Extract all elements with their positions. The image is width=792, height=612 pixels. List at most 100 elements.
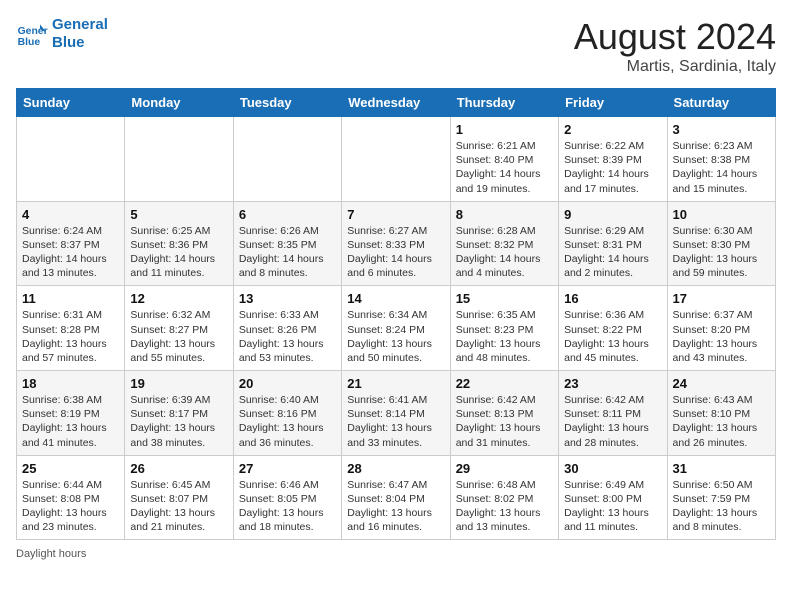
day-number: 11 xyxy=(22,291,119,306)
day-number: 3 xyxy=(673,122,770,137)
day-info: Sunrise: 6:31 AM Sunset: 8:28 PM Dayligh… xyxy=(22,308,119,365)
svg-text:Blue: Blue xyxy=(18,37,41,48)
calendar-week-5: 25 Sunrise: 6:44 AM Sunset: 8:08 PM Dayli… xyxy=(17,455,776,540)
calendar-cell: 19Sunrise: 6:39 AM Sunset: 8:17 PM Dayli… xyxy=(125,371,233,456)
calendar-cell: 9Sunrise: 6:29 AM Sunset: 8:31 PM Daylig… xyxy=(559,201,667,286)
calendar-col-friday: Friday xyxy=(559,89,667,117)
day-info: Sunrise: 6:29 AM Sunset: 8:31 PM Dayligh… xyxy=(564,224,661,281)
calendar-cell: 17 Sunrise: 6:37 AM Sunset: 8:20 PM Dayli… xyxy=(667,286,775,371)
calendar-cell: 2Sunrise: 6:22 AM Sunset: 8:39 PM Daylig… xyxy=(559,117,667,202)
calendar-col-thursday: Thursday xyxy=(450,89,558,117)
calendar-cell: 6 Sunrise: 6:26 AM Sunset: 8:35 PM Daylig… xyxy=(233,201,341,286)
day-number: 29 xyxy=(456,461,553,476)
calendar-cell: 8 Sunrise: 6:28 AM Sunset: 8:32 PM Daylig… xyxy=(450,201,558,286)
calendar-table: SundayMondayTuesdayWednesdayThursdayFrid… xyxy=(16,88,776,540)
logo-icon: General Blue xyxy=(16,18,48,50)
day-info: Sunrise: 6:21 AM Sunset: 8:40 PM Dayligh… xyxy=(456,139,553,196)
day-number: 26 xyxy=(130,461,227,476)
day-info: Sunrise: 6:47 AM Sunset: 8:04 PM Dayligh… xyxy=(347,478,444,535)
calendar-cell: 31 Sunrise: 6:50 AM Sunset: 7:59 PM Dayli… xyxy=(667,455,775,540)
calendar-cell: 1Sunrise: 6:21 AM Sunset: 8:40 PM Daylig… xyxy=(450,117,558,202)
day-number: 14 xyxy=(347,291,444,306)
calendar-header-row: SundayMondayTuesdayWednesdayThursdayFrid… xyxy=(17,89,776,117)
day-info: Sunrise: 6:27 AM Sunset: 8:33 PM Dayligh… xyxy=(347,224,444,281)
calendar-cell: 16Sunrise: 6:36 AM Sunset: 8:22 PM Dayli… xyxy=(559,286,667,371)
day-info: Sunrise: 6:35 AM Sunset: 8:23 PM Dayligh… xyxy=(456,308,553,365)
day-number: 5 xyxy=(130,207,227,222)
calendar-cell: 30 Sunrise: 6:49 AM Sunset: 8:00 PM Dayli… xyxy=(559,455,667,540)
day-info: Sunrise: 6:25 AM Sunset: 8:36 PM Dayligh… xyxy=(130,224,227,281)
day-number: 10 xyxy=(673,207,770,222)
day-info: Sunrise: 6:50 AM Sunset: 7:59 PM Dayligh… xyxy=(673,478,770,535)
day-info: Sunrise: 6:26 AM Sunset: 8:35 PM Dayligh… xyxy=(239,224,336,281)
day-number: 15 xyxy=(456,291,553,306)
day-info: Sunrise: 6:22 AM Sunset: 8:39 PM Dayligh… xyxy=(564,139,661,196)
day-number: 13 xyxy=(239,291,336,306)
calendar-week-4: 18Sunrise: 6:38 AM Sunset: 8:19 PM Dayli… xyxy=(17,371,776,456)
day-info: Sunrise: 6:33 AM Sunset: 8:26 PM Dayligh… xyxy=(239,308,336,365)
month-title: August 2024 xyxy=(574,16,776,58)
logo: General Blue General Blue xyxy=(16,16,108,52)
day-number: 17 xyxy=(673,291,770,306)
day-number: 24 xyxy=(673,376,770,391)
day-info: Sunrise: 6:28 AM Sunset: 8:32 PM Dayligh… xyxy=(456,224,553,281)
day-number: 27 xyxy=(239,461,336,476)
day-info: Sunrise: 6:23 AM Sunset: 8:38 PM Dayligh… xyxy=(673,139,770,196)
calendar-cell: 20 Sunrise: 6:40 AM Sunset: 8:16 PM Dayli… xyxy=(233,371,341,456)
day-number: 25 xyxy=(22,461,119,476)
calendar-cell: 15 Sunrise: 6:35 AM Sunset: 8:23 PM Dayli… xyxy=(450,286,558,371)
day-number: 16 xyxy=(564,291,661,306)
calendar-cell: 12Sunrise: 6:32 AM Sunset: 8:27 PM Dayli… xyxy=(125,286,233,371)
calendar-cell: 29Sunrise: 6:48 AM Sunset: 8:02 PM Dayli… xyxy=(450,455,558,540)
day-info: Sunrise: 6:42 AM Sunset: 8:11 PM Dayligh… xyxy=(564,393,661,450)
day-number: 30 xyxy=(564,461,661,476)
title-block: August 2024 Martis, Sardinia, Italy xyxy=(574,16,776,76)
calendar-cell: 5 Sunrise: 6:25 AM Sunset: 8:36 PM Daylig… xyxy=(125,201,233,286)
day-info: Sunrise: 6:46 AM Sunset: 8:05 PM Dayligh… xyxy=(239,478,336,535)
day-number: 23 xyxy=(564,376,661,391)
day-info: Sunrise: 6:40 AM Sunset: 8:16 PM Dayligh… xyxy=(239,393,336,450)
calendar-cell: 28 Sunrise: 6:47 AM Sunset: 8:04 PM Dayli… xyxy=(342,455,450,540)
calendar-cell xyxy=(342,117,450,202)
calendar-col-saturday: Saturday xyxy=(667,89,775,117)
page-header: General Blue General Blue August 2024 Ma… xyxy=(16,16,776,76)
calendar-cell: 13 Sunrise: 6:33 AM Sunset: 8:26 PM Dayli… xyxy=(233,286,341,371)
day-info: Sunrise: 6:45 AM Sunset: 8:07 PM Dayligh… xyxy=(130,478,227,535)
calendar-cell: 21Sunrise: 6:41 AM Sunset: 8:14 PM Dayli… xyxy=(342,371,450,456)
calendar-cell xyxy=(17,117,125,202)
day-number: 20 xyxy=(239,376,336,391)
day-number: 19 xyxy=(130,376,227,391)
calendar-cell: 23 Sunrise: 6:42 AM Sunset: 8:11 PM Dayli… xyxy=(559,371,667,456)
location: Martis, Sardinia, Italy xyxy=(574,58,776,76)
calendar-cell xyxy=(125,117,233,202)
day-info: Sunrise: 6:24 AM Sunset: 8:37 PM Dayligh… xyxy=(22,224,119,281)
day-info: Sunrise: 6:44 AM Sunset: 8:08 PM Dayligh… xyxy=(22,478,119,535)
calendar-cell: 24Sunrise: 6:43 AM Sunset: 8:10 PM Dayli… xyxy=(667,371,775,456)
day-info: Sunrise: 6:32 AM Sunset: 8:27 PM Dayligh… xyxy=(130,308,227,365)
day-info: Sunrise: 6:37 AM Sunset: 8:20 PM Dayligh… xyxy=(673,308,770,365)
calendar-cell: 11 Sunrise: 6:31 AM Sunset: 8:28 PM Dayli… xyxy=(17,286,125,371)
calendar-week-2: 4Sunrise: 6:24 AM Sunset: 8:37 PM Daylig… xyxy=(17,201,776,286)
day-number: 31 xyxy=(673,461,770,476)
day-number: 28 xyxy=(347,461,444,476)
day-number: 21 xyxy=(347,376,444,391)
day-info: Sunrise: 6:30 AM Sunset: 8:30 PM Dayligh… xyxy=(673,224,770,281)
calendar-week-1: 1Sunrise: 6:21 AM Sunset: 8:40 PM Daylig… xyxy=(17,117,776,202)
footer: Daylight hours xyxy=(16,548,776,560)
svg-text:General: General xyxy=(18,26,48,37)
day-number: 7 xyxy=(347,207,444,222)
day-number: 18 xyxy=(22,376,119,391)
day-info: Sunrise: 6:34 AM Sunset: 8:24 PM Dayligh… xyxy=(347,308,444,365)
calendar-col-wednesday: Wednesday xyxy=(342,89,450,117)
calendar-cell: 14 Sunrise: 6:34 AM Sunset: 8:24 PM Dayli… xyxy=(342,286,450,371)
calendar-cell: 26 Sunrise: 6:45 AM Sunset: 8:07 PM Dayli… xyxy=(125,455,233,540)
day-number: 6 xyxy=(239,207,336,222)
day-number: 8 xyxy=(456,207,553,222)
calendar-cell: 22Sunrise: 6:42 AM Sunset: 8:13 PM Dayli… xyxy=(450,371,558,456)
logo-blue: Blue xyxy=(52,34,108,52)
calendar-cell: 7 Sunrise: 6:27 AM Sunset: 8:33 PM Daylig… xyxy=(342,201,450,286)
calendar-cell: 4Sunrise: 6:24 AM Sunset: 8:37 PM Daylig… xyxy=(17,201,125,286)
calendar-cell: 25 Sunrise: 6:44 AM Sunset: 8:08 PM Dayli… xyxy=(17,455,125,540)
calendar-cell xyxy=(233,117,341,202)
day-info: Sunrise: 6:49 AM Sunset: 8:00 PM Dayligh… xyxy=(564,478,661,535)
